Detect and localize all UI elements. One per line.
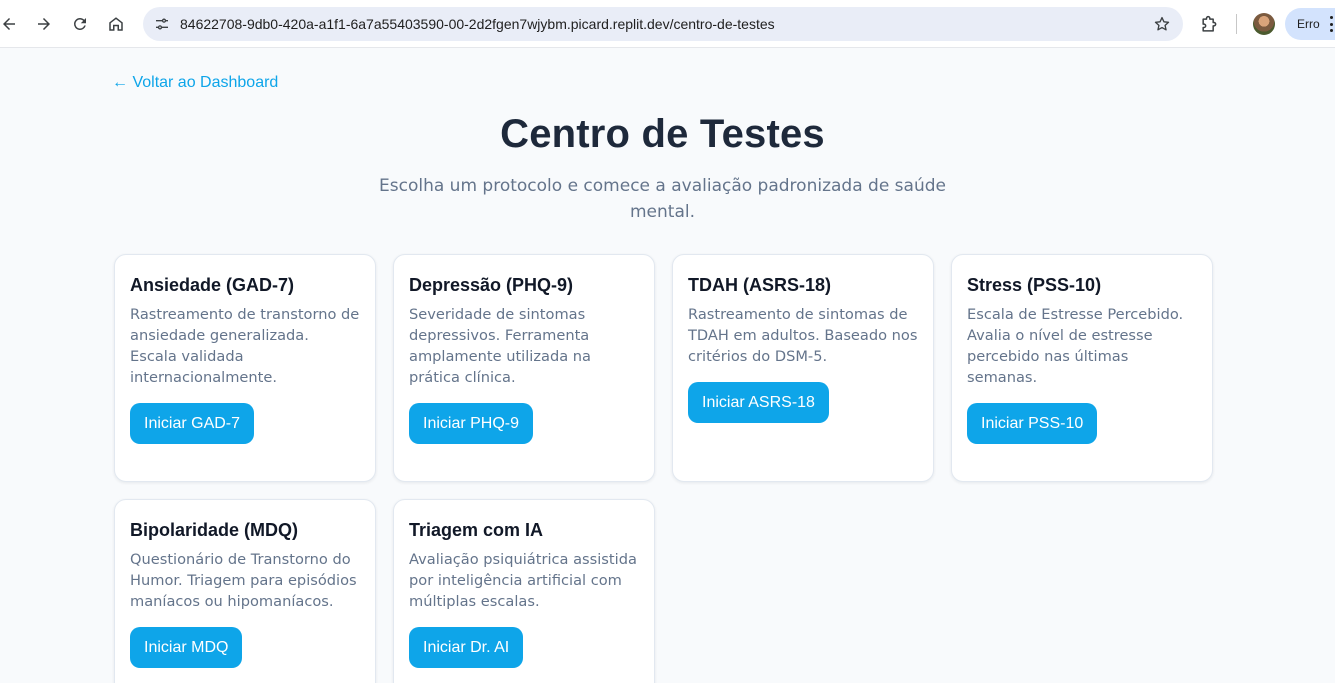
reload-button[interactable] (65, 9, 95, 39)
kebab-icon[interactable] (1329, 16, 1333, 32)
star-icon[interactable] (1153, 15, 1171, 33)
test-card-gad7: Ansiedade (GAD-7) Rastreamento de transt… (114, 254, 376, 482)
arrow-right-icon (38, 18, 50, 30)
start-asrs18-button[interactable]: Iniciar ASRS-18 (688, 382, 829, 423)
test-card-grid: Ansiedade (GAD-7) Rastreamento de transt… (114, 254, 1213, 683)
extensions-button[interactable] (1196, 12, 1222, 38)
card-description: Escala de Estresse Percebido. Avalia o n… (967, 306, 1184, 386)
url-text[interactable]: 84622708-9db0-420a-a1f1-6a7a55403590-00-… (180, 16, 775, 32)
card-title: Depressão (PHQ-9) (409, 275, 574, 295)
start-gad7-button[interactable]: Iniciar GAD-7 (130, 403, 255, 444)
start-dr-ai-button[interactable]: Iniciar Dr. AI (409, 627, 524, 668)
home-button[interactable] (101, 9, 131, 39)
card-description: Severidade de sintomas depressivos. Ferr… (409, 306, 591, 386)
start-mdq-button[interactable]: Iniciar MDQ (130, 627, 243, 668)
address-bar[interactable]: 84622708-9db0-420a-a1f1-6a7a55403590-00-… (143, 7, 1183, 41)
arrow-left-icon (3, 18, 15, 30)
home-icon (109, 17, 123, 31)
start-pss10-button[interactable]: Iniciar PSS-10 (967, 403, 1098, 444)
test-card-phq9: Depressão (PHQ-9) Severidade de sintomas… (393, 254, 655, 482)
avatar[interactable] (1253, 13, 1275, 35)
puzzle-icon (1202, 15, 1217, 32)
back-to-dashboard-link[interactable]: ← Voltar ao Dashboard (112, 74, 278, 92)
tune-icon[interactable] (153, 15, 171, 33)
reload-icon (73, 17, 86, 30)
test-card-asrs18: TDAH (ASRS-18) Rastreamento de sintomas … (672, 254, 934, 482)
forward-button[interactable] (29, 9, 59, 39)
page-subtitle: Escolha um protocolo e comece a avaliaçã… (379, 176, 946, 222)
toolbar-divider (1236, 14, 1237, 34)
start-phq9-button[interactable]: Iniciar PHQ-9 (409, 403, 534, 444)
card-title: Stress (PSS-10) (967, 275, 1102, 295)
error-label: Erro (1297, 17, 1320, 31)
card-title: TDAH (ASRS-18) (688, 275, 832, 295)
back-button[interactable] (0, 9, 24, 39)
test-card-ai-triage: Triagem com IA Avaliação psiquiátrica as… (393, 499, 655, 683)
test-card-pss10: Stress (PSS-10) Escala de Estresse Perce… (951, 254, 1213, 482)
card-title: Triagem com IA (409, 520, 544, 540)
card-description: Rastreamento de sintomas de TDAH em adul… (688, 306, 918, 365)
card-title: Bipolaridade (MDQ) (130, 520, 299, 540)
browser-toolbar: 84622708-9db0-420a-a1f1-6a7a55403590-00-… (0, 0, 1335, 48)
test-card-mdq: Bipolaridade (MDQ) Questionário de Trans… (114, 499, 376, 683)
card-description: Questionário de Transtorno do Humor. Tri… (130, 551, 357, 610)
card-description: Avaliação psiquiátrica assistida por int… (409, 551, 637, 610)
card-title: Ansiedade (GAD-7) (130, 275, 295, 295)
page-title: Centro de Testes (500, 112, 825, 156)
card-description: Rastreamento de transtorno de ansiedade … (130, 306, 360, 386)
profile-error-chip[interactable]: Erro (1285, 8, 1335, 40)
